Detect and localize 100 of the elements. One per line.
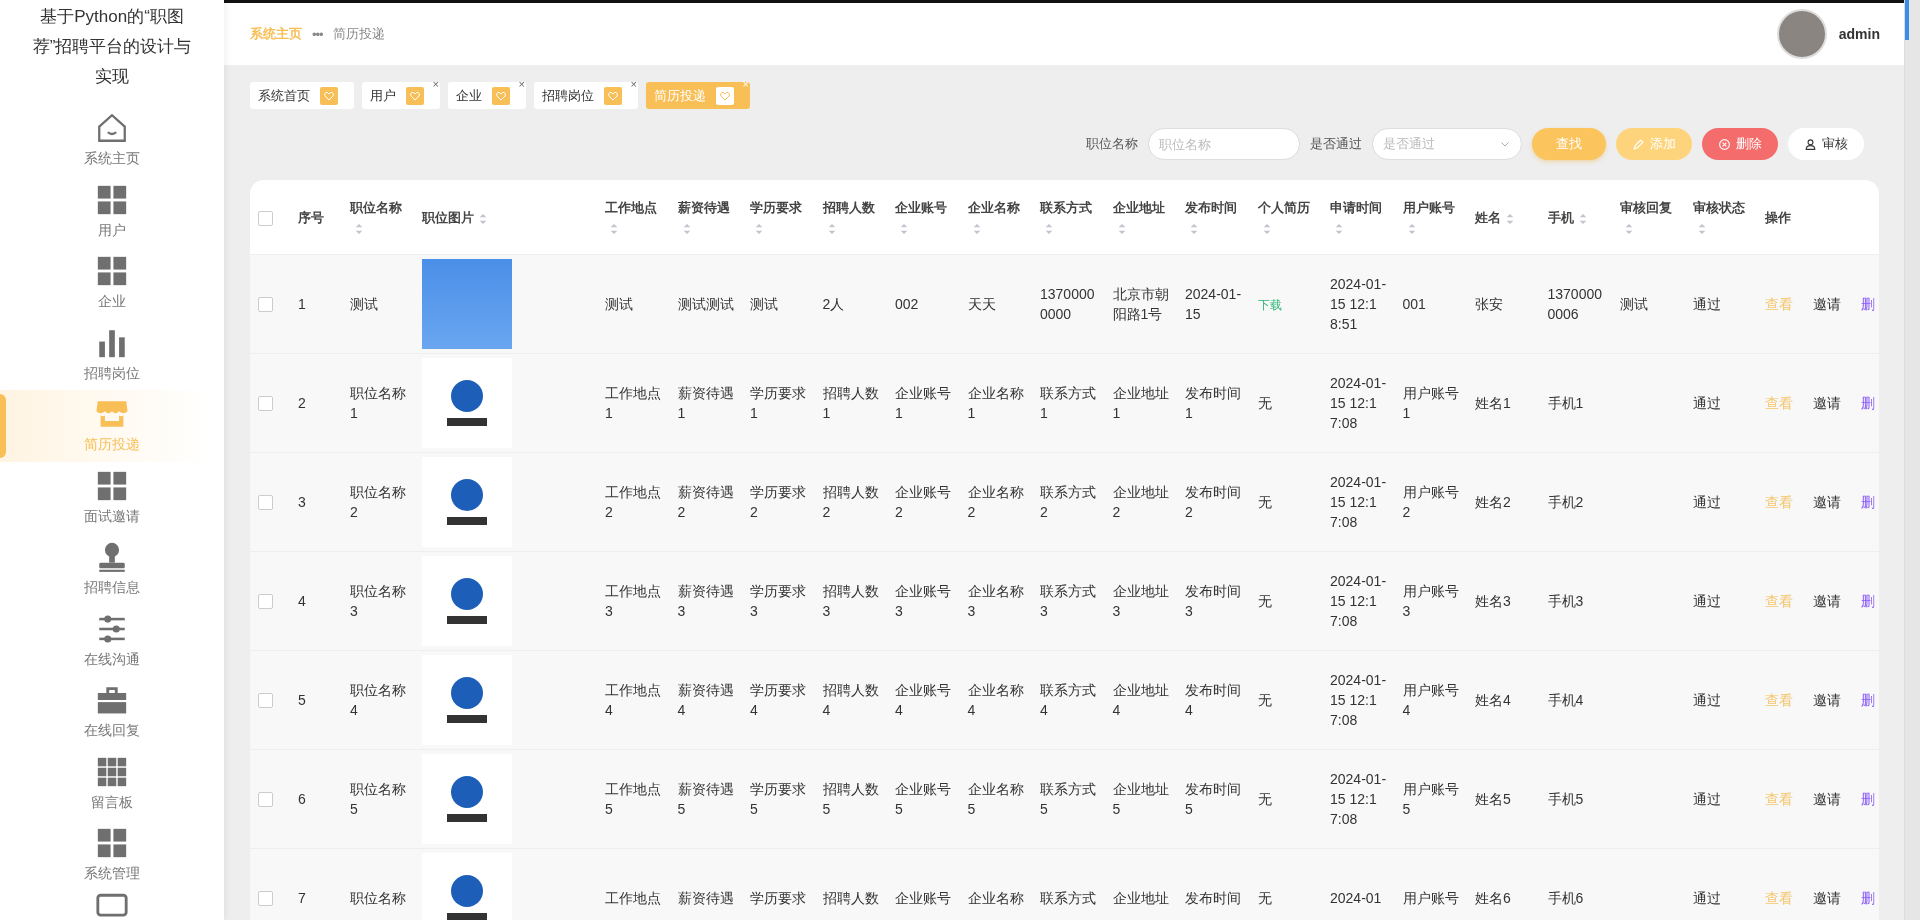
- table-cell: 学历要求1: [750, 385, 806, 421]
- column-header[interactable]: 发布时间: [1185, 200, 1237, 215]
- row-checkbox[interactable]: [258, 494, 273, 510]
- search-field[interactable]: 职位名称: [1148, 128, 1300, 160]
- column-header[interactable]: 个人简历: [1257, 200, 1310, 215]
- invite-link[interactable]: 邀请: [1813, 393, 1841, 413]
- sidebar-item[interactable]: 招聘信息: [0, 533, 224, 605]
- row-checkbox[interactable]: [258, 791, 273, 807]
- table-cell: 通过: [1692, 296, 1721, 312]
- row-checkbox[interactable]: [258, 890, 273, 906]
- column-header[interactable]: 学历要求: [750, 200, 802, 215]
- table-cell: 通过: [1692, 692, 1721, 708]
- table-cell: 学历要求5: [750, 781, 806, 817]
- delete-link[interactable]: 删: [1861, 492, 1875, 512]
- invite-link[interactable]: 邀请: [1813, 492, 1841, 512]
- table-cell: 2024-01-15: [1185, 286, 1242, 322]
- scrollbar[interactable]: [1904, 0, 1920, 920]
- table-cell: 13700000006: [1547, 286, 1602, 322]
- table-cell: 工作地点4: [605, 682, 661, 718]
- column-header[interactable]: 企业地址: [1112, 200, 1165, 215]
- column-header: 操作: [1765, 210, 1791, 225]
- sort-icon: [1116, 221, 1127, 236]
- table-cell: 用户账号: [1402, 890, 1459, 906]
- table-cell: 2人: [822, 296, 845, 312]
- sidebar-item[interactable]: 系统主页: [0, 104, 224, 176]
- table-cell: 用户账号4: [1402, 682, 1459, 718]
- delete-link[interactable]: 删: [1861, 888, 1875, 908]
- column-header[interactable]: 薪资待遇: [677, 200, 730, 215]
- invite-link[interactable]: 邀请: [1813, 789, 1841, 809]
- table-cell: 手机3: [1547, 593, 1584, 609]
- invite-link[interactable]: 邀请: [1813, 690, 1841, 710]
- table-cell: 通过: [1692, 791, 1721, 807]
- sort-icon: [1189, 221, 1199, 236]
- table-cell: 职位名称5: [350, 781, 406, 817]
- column-header[interactable]: 用户账号: [1402, 200, 1455, 215]
- table-cell: 职位名称1: [350, 385, 406, 421]
- avatar[interactable]: [1776, 9, 1827, 59]
- column-header[interactable]: 招聘人数: [822, 200, 875, 215]
- delete-link[interactable]: 删: [1861, 591, 1875, 611]
- select-all-checkbox[interactable]: [258, 210, 273, 226]
- delete-link[interactable]: 删: [1861, 393, 1875, 413]
- invite-link[interactable]: 邀请: [1813, 294, 1841, 314]
- user-name[interactable]: admin: [1838, 26, 1880, 42]
- sort-icon: [354, 221, 364, 236]
- column-header[interactable]: 审核回复: [1620, 200, 1672, 215]
- row-checkbox[interactable]: [258, 395, 273, 411]
- row-checkbox[interactable]: [258, 692, 273, 708]
- page-tab[interactable]: 招聘岗位 ×: [534, 82, 638, 109]
- table-cell: 7: [298, 890, 306, 906]
- delete-link[interactable]: 删: [1861, 294, 1875, 314]
- column-header[interactable]: 联系方式: [1040, 200, 1092, 215]
- column-header[interactable]: 职位名称: [350, 200, 402, 215]
- sidebar-item[interactable]: 留言板: [0, 747, 224, 819]
- column-header: 序号: [298, 210, 324, 225]
- sort-icon: [1261, 221, 1272, 236]
- sidebar-item[interactable]: 在线回复: [0, 676, 224, 748]
- column-header[interactable]: 工作地点: [605, 200, 657, 215]
- table-cell: 001: [1402, 296, 1426, 312]
- table-cell: 手机1: [1547, 395, 1584, 411]
- sidebar-item[interactable]: 系统管理: [0, 819, 224, 891]
- table-cell: 联系方式: [1040, 890, 1096, 906]
- invite-link[interactable]: 邀请: [1813, 591, 1841, 611]
- table-cell: 招聘人数: [822, 890, 879, 906]
- table-cell: 企业名称: [967, 890, 1024, 906]
- table-cell: 发布时间1: [1185, 385, 1241, 421]
- delete-link[interactable]: 删: [1861, 789, 1875, 809]
- column-header[interactable]: 职位图片: [422, 210, 474, 225]
- breadcrumb-separator: •••: [312, 26, 323, 42]
- sort-icon: [681, 221, 692, 236]
- column-header[interactable]: 企业账号: [895, 200, 947, 215]
- table-cell: 工作地点2: [605, 484, 661, 520]
- column-header[interactable]: 手机: [1547, 210, 1574, 225]
- table-cell: 无: [1257, 890, 1272, 906]
- app-title: 基于Python的“职图荐”招聘平台的设计与实现: [31, 6, 193, 88]
- row-checkbox[interactable]: [258, 593, 273, 609]
- sidebar-item[interactable]: 用户: [0, 175, 224, 247]
- sidebar-item[interactable]: 在线沟通: [0, 604, 224, 676]
- sidebar-item[interactable]: 面试邀请: [0, 461, 224, 533]
- table-cell: 天天: [967, 296, 996, 312]
- table-cell: 用户账号2: [1402, 484, 1459, 520]
- table-cell: 测试: [750, 296, 778, 312]
- sidebar-item[interactable]: 企业: [0, 247, 224, 319]
- sidebar-item[interactable]: 招聘岗位: [0, 318, 224, 390]
- column-header[interactable]: 企业名称: [967, 200, 1020, 215]
- delete-link[interactable]: 删: [1861, 690, 1875, 710]
- page-tab[interactable]: 企业 ×: [448, 82, 526, 109]
- column-header[interactable]: 申请时间: [1330, 200, 1382, 215]
- page-tab[interactable]: 系统首页: [250, 82, 354, 109]
- table-cell: 3: [298, 494, 306, 510]
- table-cell: 无: [1257, 494, 1272, 510]
- table-cell: 企业地址3: [1112, 583, 1169, 619]
- row-checkbox[interactable]: [258, 296, 273, 312]
- review-button[interactable]: 审核: [1788, 128, 1864, 160]
- table-cell: 职位名称3: [350, 583, 406, 619]
- column-header[interactable]: 审核状态: [1692, 200, 1745, 215]
- table-cell: 无: [1257, 791, 1272, 807]
- table-cell: 发布时间5: [1185, 781, 1241, 817]
- column-header[interactable]: 姓名: [1475, 210, 1501, 225]
- page-tab[interactable]: 用户 ×: [362, 82, 440, 109]
- invite-link[interactable]: 邀请: [1813, 888, 1841, 908]
